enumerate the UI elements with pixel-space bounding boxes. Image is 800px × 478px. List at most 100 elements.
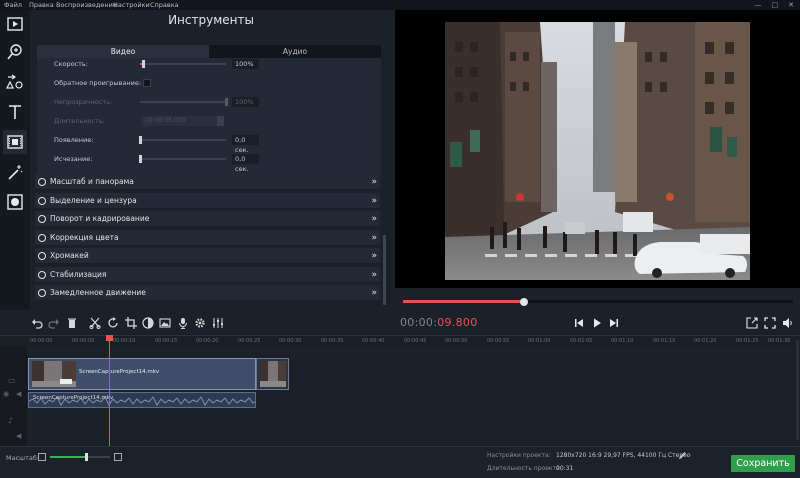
double-chevron-right-icon: » [371, 195, 377, 206]
section-stabilization[interactable]: Стабилизация » [35, 266, 380, 283]
playhead-marker[interactable] [106, 335, 113, 341]
minimize-button[interactable]: — [755, 0, 762, 10]
tab-video[interactable]: Видео [37, 45, 209, 58]
delete-icon[interactable] [65, 316, 79, 330]
microphone-icon[interactable] [176, 316, 190, 330]
fade-out-slider[interactable] [138, 155, 226, 163]
export-icon[interactable] [745, 316, 759, 330]
menu-edit[interactable]: Правка [29, 0, 54, 10]
double-chevron-right-icon: » [371, 251, 377, 261]
text-icon[interactable] [3, 100, 27, 124]
timeline-ruler[interactable]: 00:00:00 00:00:05 00:00:10 00:00:15 00:0… [0, 335, 800, 346]
fade-in-row: Появление: 0,0 сек. [37, 134, 381, 154]
video-clip[interactable]: ScreenCaptureProject14.mkv [28, 358, 256, 390]
video-clip-segment[interactable] [256, 358, 289, 390]
speed-slider[interactable] [140, 60, 226, 68]
section-highlight-censor[interactable]: Выделение и цензура » [35, 192, 380, 209]
duration-spinner[interactable] [217, 116, 224, 126]
tools-panel: Инструменты Видео Аудио Скорость: 100% О… [32, 10, 390, 310]
zoom-slider-handle[interactable] [84, 453, 88, 461]
opacity-slider-handle[interactable] [224, 98, 228, 106]
import-video-icon[interactable] [3, 12, 27, 36]
circle-icon [38, 233, 46, 242]
save-button[interactable]: Сохранить [731, 455, 795, 472]
fade-in-slider-handle[interactable] [138, 136, 142, 144]
close-button[interactable]: ✕ [788, 0, 794, 10]
double-chevron-right-icon: » [371, 232, 377, 243]
cut-icon[interactable] [88, 316, 102, 330]
speaker-icon[interactable]: ◀ [16, 390, 21, 398]
video-preview[interactable] [395, 10, 800, 288]
audio-clip[interactable]: ScreenCaptureProject14.mkv [28, 392, 256, 408]
undo-icon[interactable] [30, 316, 44, 330]
tab-audio[interactable]: Аудио [209, 45, 381, 58]
zoom-out-icon[interactable] [38, 453, 46, 461]
transitions-icon[interactable] [3, 190, 27, 214]
magic-wand-icon[interactable] [3, 160, 27, 184]
speaker-icon[interactable]: ◀ [16, 432, 21, 440]
speed-row: Скорость: 100% [37, 58, 381, 70]
scale-label: Масштаб: [6, 454, 40, 462]
seek-handle[interactable] [519, 297, 528, 306]
duration-field[interactable]: 00:00:05.000 [142, 116, 217, 126]
fade-out-value[interactable]: 0,0 сек. [232, 154, 259, 173]
menu-file[interactable]: Файл [4, 0, 22, 10]
settings-icon[interactable] [193, 316, 207, 330]
fullscreen-icon[interactable] [763, 316, 777, 330]
ruler-tick: 00:00:50 [445, 338, 468, 344]
speed-slider-handle[interactable] [141, 60, 145, 68]
section-chroma-key[interactable]: Хромакей » [35, 248, 380, 264]
fade-out-slider-handle[interactable] [138, 155, 142, 163]
opacity-value[interactable]: 100% [232, 97, 259, 107]
filmstrip-icon[interactable] [3, 130, 27, 154]
fade-in-value[interactable]: 0,0 сек. [232, 135, 259, 154]
menu-settings[interactable]: Настройки [113, 0, 150, 10]
fade-in-slider[interactable] [138, 136, 226, 144]
play-icon[interactable] [590, 316, 604, 330]
zoom-in-icon[interactable] [114, 453, 122, 461]
music-icon[interactable]: ♪ [8, 416, 13, 425]
pencil-icon[interactable] [678, 451, 687, 462]
menu-playback[interactable]: Воспроизведение [56, 0, 117, 10]
circle-icon [38, 289, 46, 297]
volume-icon[interactable] [781, 316, 795, 330]
maximize-button[interactable]: □ [772, 0, 779, 10]
opacity-slider[interactable] [140, 98, 228, 106]
shapes-icon[interactable] [3, 70, 27, 94]
clip-name: ScreenCaptureProject14.mkv [79, 369, 160, 375]
video-properties: Скорость: 100% Обратное проигрывание: Не… [37, 58, 381, 175]
clip-thumbnail [32, 361, 76, 387]
ruler-tick: 00:01:10 [611, 338, 634, 344]
crop-icon[interactable] [124, 316, 138, 330]
ruler-tick: 00:01:30 [768, 338, 791, 344]
rotate-icon[interactable] [106, 316, 120, 330]
section-zoom-pan[interactable]: Масштаб и панорама » [35, 174, 380, 190]
section-label: Хромакей [50, 251, 89, 260]
timecode-current: 09.800 [437, 316, 478, 329]
equalizer-icon[interactable] [211, 316, 225, 330]
timeline-scrollbar[interactable] [796, 340, 799, 440]
magnify-icon[interactable] [3, 40, 27, 64]
next-frame-icon[interactable] [607, 316, 621, 330]
menu-help[interactable]: Справка [150, 0, 179, 10]
speed-value[interactable]: 100% [232, 59, 259, 69]
zoom-slider[interactable] [50, 453, 110, 461]
circle-icon [38, 178, 46, 186]
playhead-line[interactable] [109, 335, 110, 447]
panel-scrollbar[interactable] [383, 235, 386, 305]
redo-icon[interactable] [47, 316, 61, 330]
duration-row: Длительность: 00:00:05.000 [37, 115, 381, 127]
circle-icon [38, 252, 46, 260]
color-adjust-icon[interactable] [141, 316, 155, 330]
ruler-tick: 00:01:25 [736, 338, 759, 344]
image-icon[interactable] [158, 316, 172, 330]
circle-icon [38, 270, 46, 279]
section-rotate-crop[interactable]: Поворот и кадрирование » [35, 211, 380, 227]
eye-icon[interactable]: ◉ [3, 390, 9, 398]
section-slow-motion[interactable]: Замедленное движение » [35, 285, 380, 301]
previous-frame-icon[interactable] [572, 316, 586, 330]
seek-bar[interactable] [403, 297, 793, 306]
section-color-correction[interactable]: Коррекция цвета » [35, 229, 380, 246]
video-track-icon[interactable]: ▭ [8, 376, 16, 385]
reverse-checkbox[interactable] [143, 79, 151, 87]
